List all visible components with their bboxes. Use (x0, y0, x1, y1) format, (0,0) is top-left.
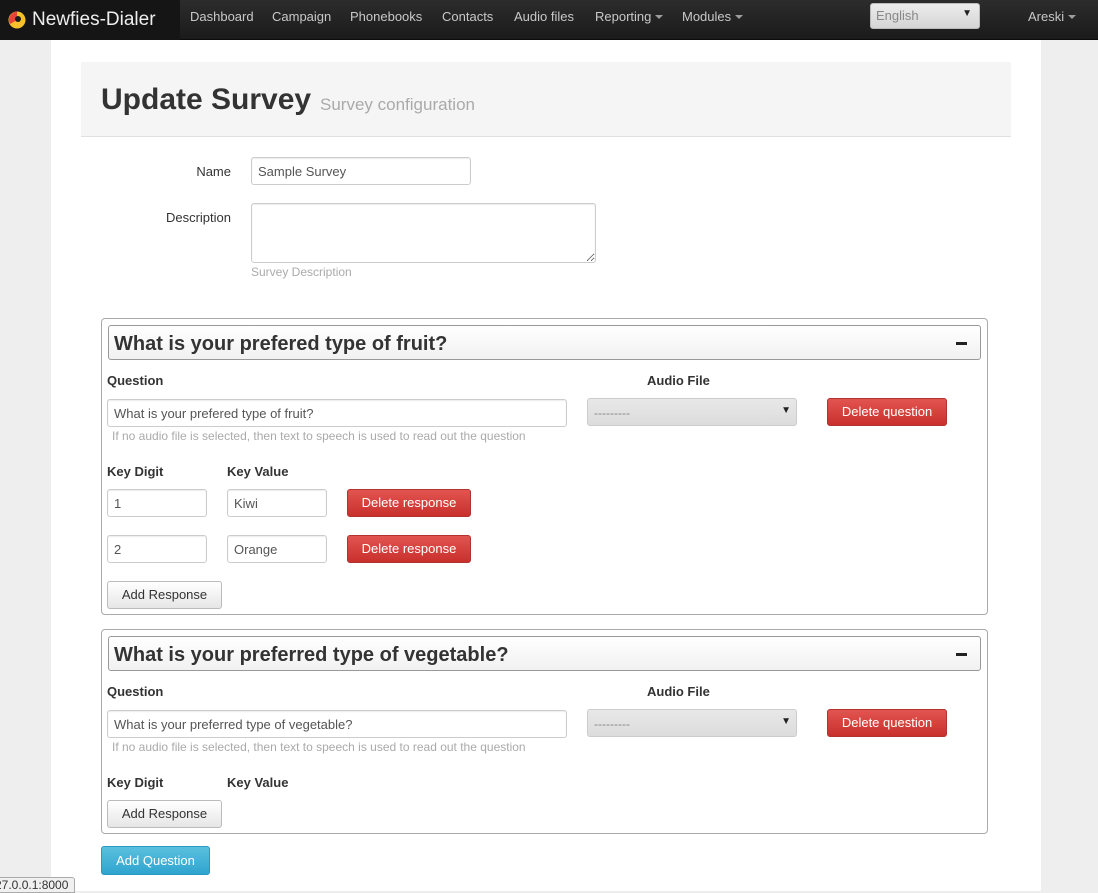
user-menu-dropdown[interactable]: Areski (1028, 0, 1077, 40)
nav-reporting-label: Reporting (595, 9, 652, 24)
caret-down-icon (1068, 14, 1077, 19)
nav-phonebooks[interactable]: Phonebooks (350, 0, 422, 40)
question-title: What is your prefered type of fruit? (114, 333, 448, 355)
audio-file-select[interactable]: --------- ▼ (587, 709, 797, 737)
delete-question-button[interactable]: Delete question (827, 709, 947, 737)
add-response-button[interactable]: Add Response (107, 800, 222, 828)
caret-down-icon (735, 14, 744, 19)
key-value-input[interactable] (227, 535, 327, 563)
audio-file-select[interactable]: --------- ▼ (587, 398, 797, 426)
key-value-label: Key Value (227, 464, 289, 479)
key-digit-label: Key Digit (107, 464, 164, 479)
collapse-minus-icon[interactable] (956, 342, 967, 345)
question-text-input[interactable] (107, 399, 567, 427)
select-arrow-icon: ▼ (781, 405, 791, 416)
collapse-minus-icon[interactable] (956, 653, 967, 656)
main-content: Update Survey Survey configuration Name … (51, 40, 1041, 891)
question-column-label: Question (107, 684, 164, 699)
question-title: What is your preferred type of vegetable… (114, 644, 509, 666)
question-header[interactable]: What is your preferred type of vegetable… (108, 636, 981, 671)
key-digit-input[interactable] (107, 489, 207, 517)
question-column-label: Question (107, 373, 164, 388)
caret-down-icon (655, 14, 664, 19)
question-header[interactable]: What is your prefered type of fruit? (108, 325, 981, 360)
name-input[interactable] (251, 157, 471, 185)
key-value-input[interactable] (227, 489, 327, 517)
description-textarea[interactable] (251, 203, 596, 263)
description-label: Description (165, 210, 231, 225)
audio-file-value: --------- (594, 717, 630, 731)
language-value: English (876, 8, 919, 23)
delete-question-button[interactable]: Delete question (827, 398, 947, 426)
page-header: Update Survey Survey configuration (81, 62, 1011, 137)
nav-modules-dropdown[interactable]: Modules (682, 0, 744, 40)
delete-response-button[interactable]: Delete response (347, 489, 471, 517)
question-help: If no audio file is selected, then text … (112, 429, 526, 443)
page-subtitle: Survey configuration (320, 95, 475, 114)
brand-name: Newfies-Dialer (32, 9, 156, 30)
newfies-logo-icon (8, 11, 26, 29)
top-navbar: Newfies-Dialer Dashboard Campaign Phoneb… (0, 0, 1098, 40)
name-label: Name (196, 164, 231, 179)
description-help: Survey Description (251, 265, 352, 279)
select-arrow-icon: ▼ (781, 716, 791, 727)
nav-campaign[interactable]: Campaign (272, 0, 331, 40)
add-question-button[interactable]: Add Question (101, 846, 210, 875)
question-help: If no audio file is selected, then text … (112, 740, 526, 754)
key-digit-input[interactable] (107, 535, 207, 563)
nav-audio-files[interactable]: Audio files (514, 0, 574, 40)
delete-response-button[interactable]: Delete response (347, 535, 471, 563)
question-text-input[interactable] (107, 710, 567, 738)
nav-dashboard[interactable]: Dashboard (190, 0, 254, 40)
key-value-label: Key Value (227, 775, 289, 790)
language-select[interactable]: English ▼ (870, 3, 980, 29)
question-panel: What is your preferred type of vegetable… (101, 629, 988, 834)
nav-contacts[interactable]: Contacts (442, 0, 493, 40)
user-name: Areski (1028, 9, 1065, 24)
select-arrow-icon: ▼ (962, 8, 972, 19)
nav-modules-label: Modules (682, 9, 732, 24)
audio-file-column-label: Audio File (647, 684, 710, 699)
nav-reporting-dropdown[interactable]: Reporting (595, 0, 664, 40)
question-panel: What is your prefered type of fruit? Que… (101, 318, 988, 615)
key-digit-label: Key Digit (107, 775, 164, 790)
brand[interactable]: Newfies-Dialer (0, 0, 180, 40)
audio-file-column-label: Audio File (647, 373, 710, 388)
add-response-button[interactable]: Add Response (107, 581, 222, 609)
page-title: Update Survey (101, 83, 312, 116)
audio-file-value: --------- (594, 406, 630, 420)
